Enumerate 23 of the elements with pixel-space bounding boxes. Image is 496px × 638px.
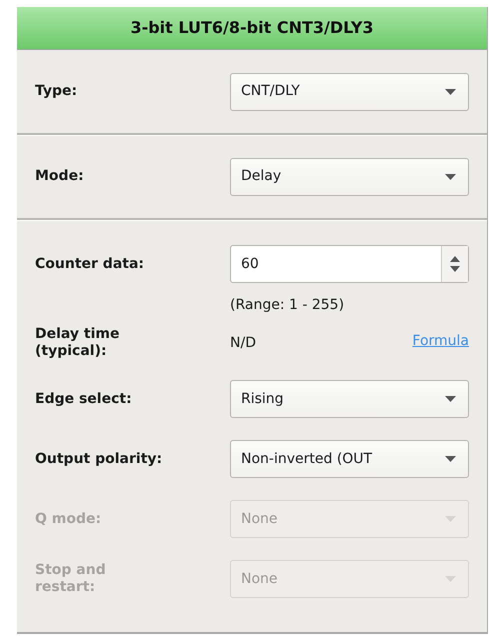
spin-field[interactable]: 60 — [230, 245, 469, 283]
field-label: Mode: — [35, 168, 85, 185]
dropdown-arrow-icon — [445, 456, 456, 462]
dropdown-arrow-icon — [445, 88, 456, 94]
panel-title: 3-bit LUT6/8-bit CNT3/DLY3 — [130, 17, 374, 39]
dropdown[interactable]: Delay — [230, 158, 469, 196]
field-label: Delay time (typical): — [35, 326, 121, 360]
field-label: Type: — [35, 83, 78, 100]
field-label: Output polarity: — [35, 450, 164, 468]
dropdown-arrow-icon — [445, 576, 456, 582]
dropdown[interactable]: CNT/DLY — [230, 72, 469, 110]
dropdown[interactable]: Non-inverted (OUT — [230, 440, 469, 478]
field-label: Q mode: — [35, 510, 102, 528]
field-label: Stop and restart: — [35, 562, 107, 596]
dropdown-arrow-icon — [445, 516, 456, 522]
dropdown-arrow-icon — [445, 396, 456, 402]
field-label: Counter data: — [35, 256, 145, 272]
delay-value: N/D — [230, 334, 257, 352]
dropdown-arrow-icon — [445, 174, 456, 180]
dropdown[interactable]: Rising — [230, 380, 469, 418]
range-note: (Range: 1 - 255) — [230, 297, 344, 313]
field-label: Edge select: — [35, 390, 133, 408]
spin-arrows-icon[interactable] — [450, 254, 460, 274]
